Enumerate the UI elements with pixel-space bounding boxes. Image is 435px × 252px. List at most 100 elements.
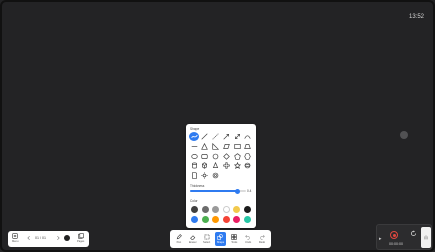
diamond-icon — [223, 152, 230, 160]
shape-option-circle[interactable] — [211, 152, 221, 161]
toolbar-label: Shape — [216, 241, 225, 244]
color-swatch[interactable] — [243, 206, 251, 213]
freehand-icon — [190, 134, 198, 139]
toolbar-undo-button[interactable]: Undo — [243, 232, 254, 246]
thickness-value: 0.4 — [247, 189, 252, 193]
cross-icon — [223, 162, 230, 170]
sphere-icon — [245, 163, 251, 169]
add-page-button[interactable] — [64, 235, 70, 241]
shape-option-ring[interactable] — [211, 171, 221, 180]
color-swatch[interactable] — [222, 206, 230, 213]
shape-grid — [189, 132, 253, 180]
color-swatch[interactable] — [201, 206, 209, 213]
recording-time: 00:00:00 — [389, 242, 403, 246]
color-swatch[interactable] — [233, 215, 240, 223]
curve-icon — [244, 135, 252, 139]
record-button[interactable] — [390, 231, 398, 239]
floating-ball[interactable] — [400, 131, 408, 139]
shape-option-freehand[interactable] — [189, 132, 199, 141]
line-icon — [201, 133, 208, 140]
shape-option-horizontal-line[interactable] — [189, 142, 199, 151]
color-palette — [190, 205, 252, 224]
sun-icon — [201, 172, 208, 179]
ellipse-icon — [190, 153, 198, 159]
recorder-widget: ▸ 00:00:00 — [376, 224, 432, 250]
color-swatch[interactable] — [212, 206, 219, 213]
dashed-line-icon — [212, 133, 219, 140]
redo-icon — [260, 234, 265, 240]
thickness-slider-knob[interactable] — [235, 188, 241, 194]
toolbar-label: Eraser — [188, 241, 197, 244]
shape-option-cylinder[interactable] — [189, 161, 199, 170]
shape-option-star[interactable] — [232, 161, 242, 170]
star-icon — [233, 162, 241, 170]
eraser-icon — [189, 235, 195, 240]
shape-option-sun[interactable] — [200, 171, 210, 180]
shape-option-cross[interactable] — [221, 161, 231, 170]
right-triangle-icon — [212, 142, 220, 150]
color-swatch[interactable] — [201, 215, 209, 223]
color-swatch[interactable] — [233, 206, 240, 213]
clock: 13:52 — [408, 14, 424, 20]
ring-icon — [212, 172, 219, 179]
pen-icon — [176, 234, 182, 240]
next-page-icon[interactable] — [55, 235, 61, 241]
shape-option-cube[interactable] — [200, 161, 210, 170]
toolbar-shape-button[interactable]: Shape — [214, 232, 226, 246]
shape-option-sphere[interactable] — [243, 161, 253, 170]
doc-shape-icon — [191, 172, 197, 179]
toolbar-tools-button[interactable]: Tools — [229, 232, 240, 246]
shape-panel: Shape Thickness 0.4 Color — [186, 124, 256, 228]
thickness-section-title: Thickness — [190, 184, 205, 188]
color-swatch[interactable] — [191, 206, 198, 213]
shape-option-rounded-rect[interactable] — [200, 152, 210, 161]
shape-option-line[interactable] — [200, 132, 210, 141]
shape-option-double-arrow[interactable] — [232, 132, 242, 141]
shape-option-dashed-line[interactable] — [211, 132, 221, 141]
shape-option-diamond[interactable] — [221, 152, 231, 161]
select-icon — [204, 234, 210, 240]
toolbar-select-button[interactable]: Select — [201, 232, 212, 246]
shape-option-right-triangle[interactable] — [211, 142, 221, 151]
double-arrow-icon — [234, 134, 240, 139]
prev-page-icon[interactable] — [26, 235, 32, 241]
thickness-slider[interactable] — [190, 188, 246, 194]
menu-icon — [12, 233, 18, 239]
whiteboard-canvas[interactable]: 13:52 Shape Thickness 0.4 Color Pen Erase… — [0, 0, 435, 252]
toolbar-label: Redo — [258, 241, 266, 244]
color-swatch[interactable] — [243, 215, 251, 223]
color-swatch[interactable] — [191, 215, 198, 223]
toolbar-label: Select — [203, 241, 211, 244]
hand-icon — [424, 235, 428, 240]
shape-option-hexagon[interactable] — [243, 152, 253, 161]
shape-option-parallelogram[interactable] — [221, 142, 231, 151]
shape-option-doc-shape[interactable] — [189, 171, 199, 180]
shape-option-pentagon[interactable] — [232, 152, 242, 161]
pages-button[interactable]: Pages — [77, 233, 84, 243]
refresh-icon[interactable] — [410, 230, 417, 237]
menu-button[interactable]: Menu — [12, 233, 19, 243]
shape-option-trapezoid[interactable] — [243, 142, 253, 151]
collapse-arrow-icon[interactable]: ▸ — [379, 236, 382, 242]
shape-option-curve[interactable] — [243, 132, 253, 141]
shape-icon — [217, 234, 224, 240]
left-toolbar: Menu 01 / 01 Pages — [8, 231, 89, 247]
shape-option-rectangle[interactable] — [232, 142, 242, 151]
toolbar-eraser-button[interactable]: Eraser — [187, 232, 198, 246]
pages-icon — [77, 233, 84, 239]
shape-option-cone[interactable] — [211, 161, 221, 170]
triangle-icon — [201, 142, 209, 150]
rectangle-icon — [234, 143, 241, 149]
shape-option-arrow[interactable] — [221, 132, 231, 141]
toolbar-pen-button[interactable]: Pen — [173, 232, 184, 246]
pentagon-icon — [233, 152, 241, 160]
color-swatch[interactable] — [212, 215, 219, 223]
shape-option-ellipse[interactable] — [189, 152, 199, 161]
color-swatch[interactable] — [222, 215, 230, 223]
pages-label: Pages — [77, 240, 85, 243]
shape-section-title: Shape — [190, 127, 200, 131]
recorder-side-panel[interactable] — [421, 227, 431, 248]
toolbar-redo-button[interactable]: Redo — [256, 232, 267, 246]
shape-option-triangle[interactable] — [200, 142, 210, 151]
main-toolbar: Pen Eraser Select Shape Tools Undo Redo — [170, 230, 271, 248]
